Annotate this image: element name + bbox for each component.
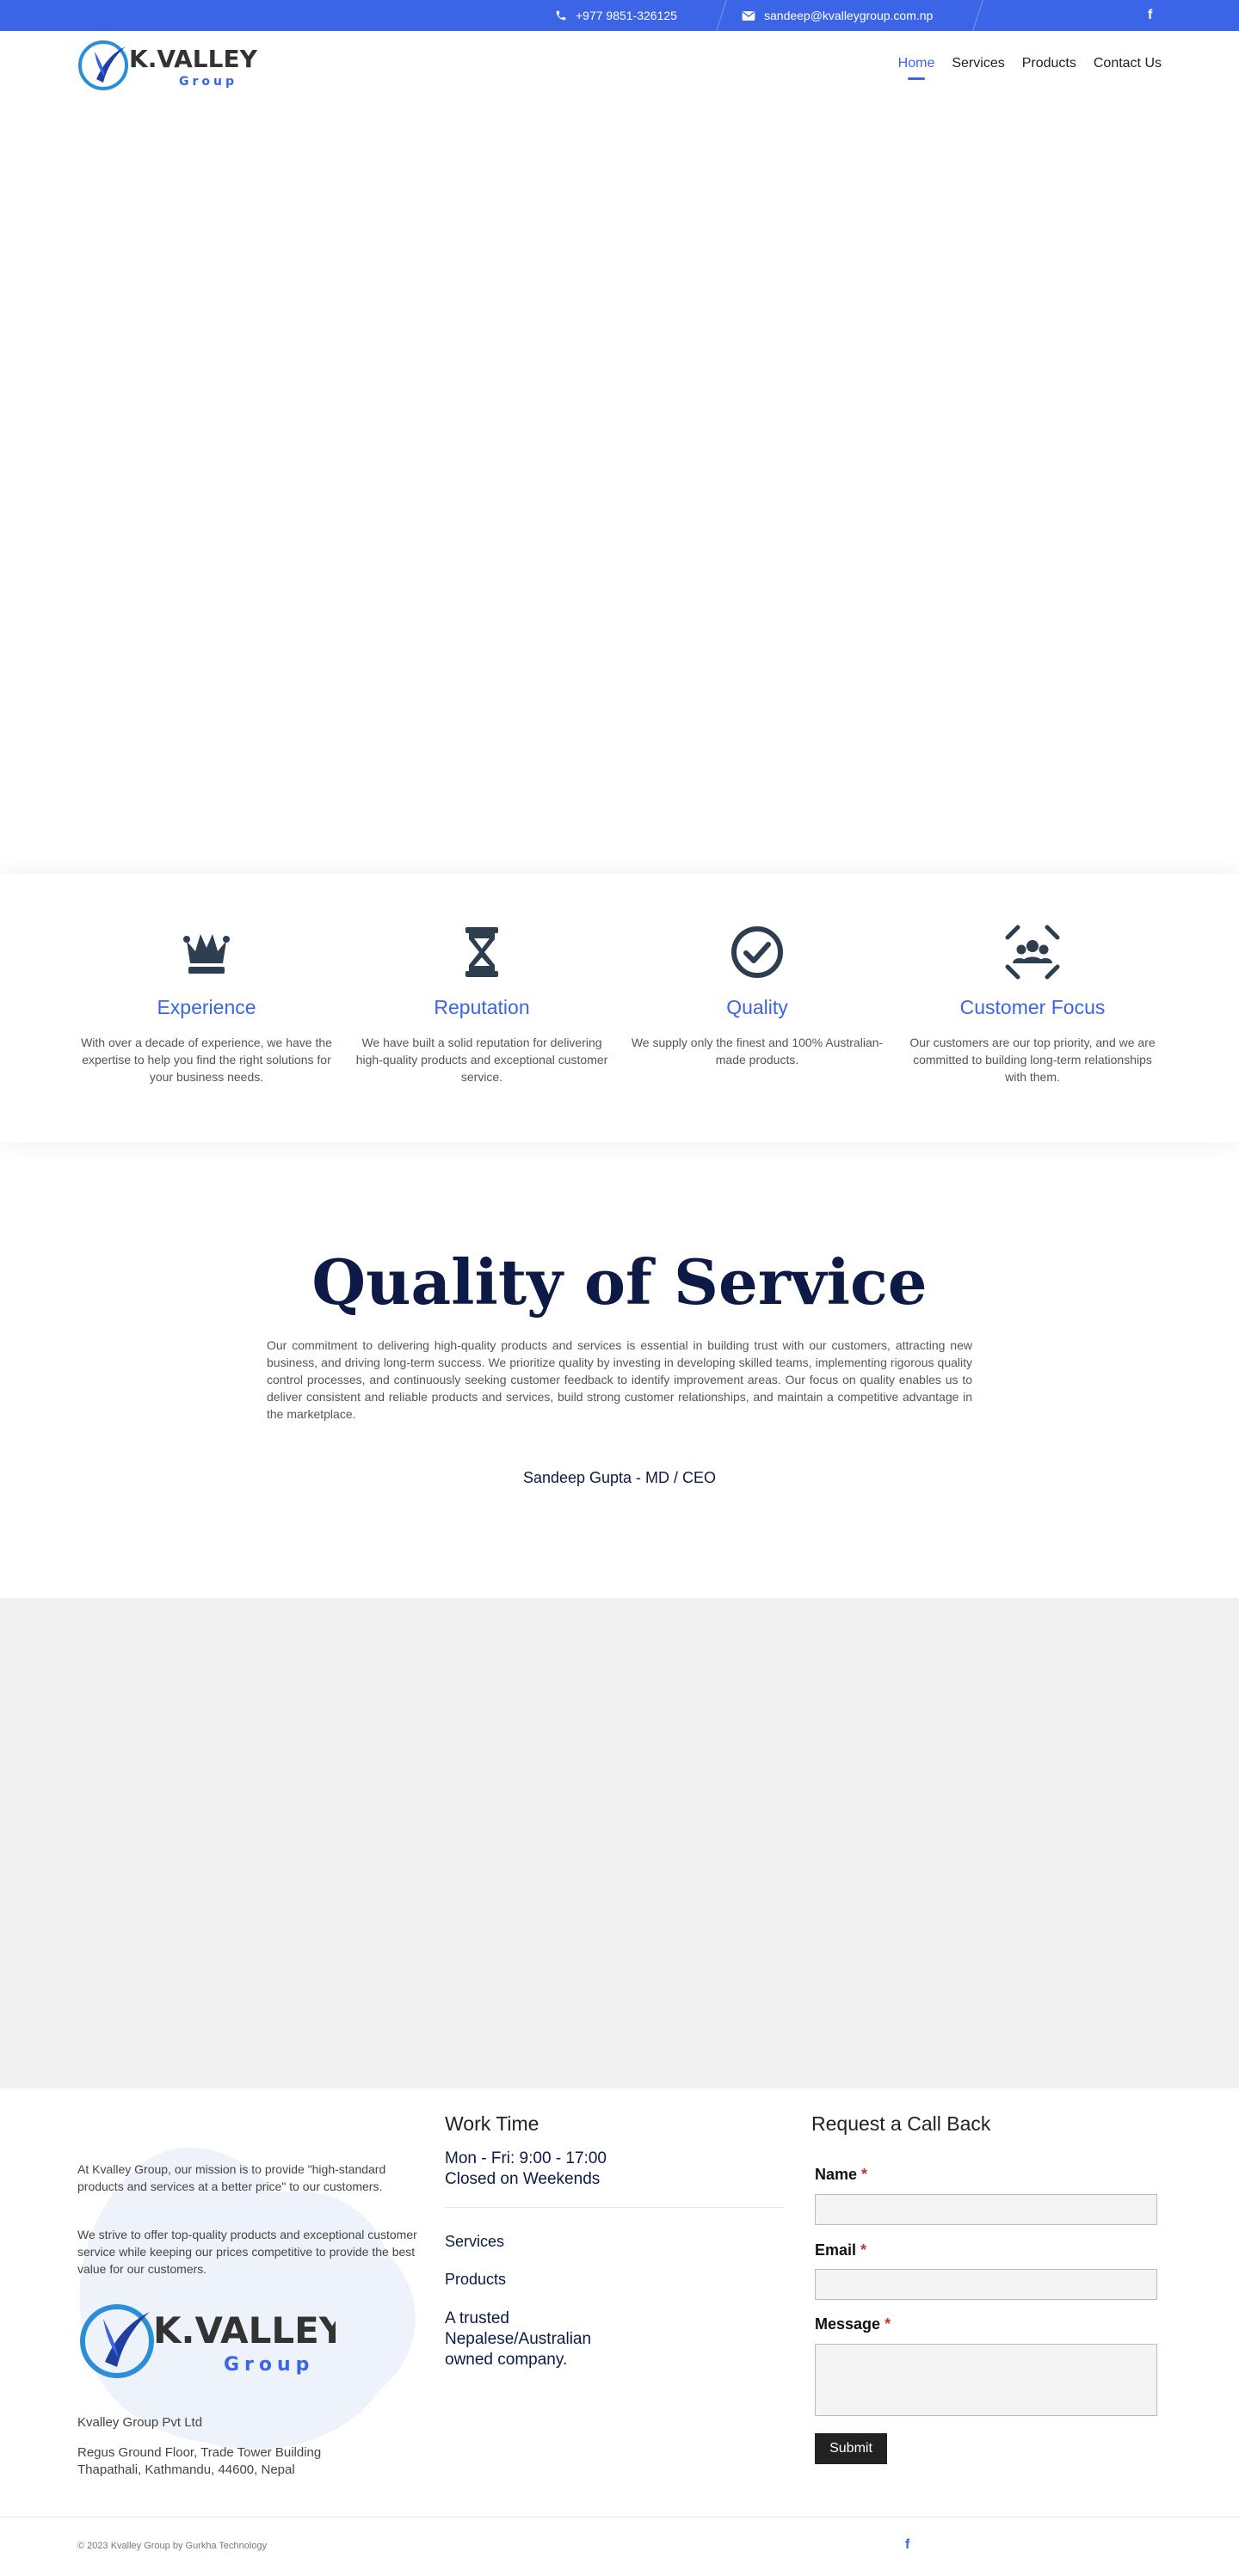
required-mark: *	[885, 2315, 891, 2333]
company-name: Kvalley Group Pvt Ltd	[77, 2415, 203, 2430]
quality-heading: Quality of Service	[311, 1245, 928, 1319]
check-circle-icon	[731, 926, 783, 978]
email-label-text: Email	[815, 2241, 857, 2259]
feature-text: With over a decade of experience, we hav…	[81, 1036, 332, 1084]
email-field[interactable]	[815, 2269, 1157, 2300]
feature-title: Customer Focus	[959, 996, 1106, 1018]
nav-home[interactable]: Home	[898, 56, 935, 71]
name-label: Name *	[815, 2166, 867, 2184]
kvalley-logo[interactable]: K.VALLEY Group	[77, 38, 258, 91]
chess-queen-icon	[183, 934, 230, 974]
feature-text: Our customers are our top priority, and …	[909, 1036, 1156, 1084]
copyright-divider	[0, 2517, 1239, 2518]
users-focus-icon	[1005, 925, 1060, 980]
worktime-heading: Work Time	[445, 2112, 539, 2135]
hero-area	[0, 96, 1239, 870]
logo-subtext: Group	[179, 75, 237, 89]
footer-kvalley-logo: K.VALLEY Group	[80, 2304, 336, 2378]
feature-title: Reputation	[434, 996, 530, 1018]
nav-services[interactable]: Services	[952, 56, 1004, 71]
worktime-hours: Mon - Fri: 9:00 - 17:00 Closed on Weeken…	[445, 2149, 607, 2190]
name-label-text: Name	[815, 2166, 858, 2183]
hours-weekdays: Mon - Fri: 9:00 - 17:00	[445, 2149, 607, 2167]
footer-facebook-icon[interactable]: f	[905, 2537, 909, 2553]
required-mark: *	[860, 2241, 867, 2259]
nav-products[interactable]: Products	[1022, 56, 1076, 71]
feature-text: We supply only the finest and 100% Austr…	[631, 1036, 884, 1067]
name-field[interactable]	[815, 2194, 1157, 2225]
logo-wordmark: K.VALLEY	[129, 45, 258, 73]
feature-text: We have built a solid reputation for del…	[355, 1036, 608, 1084]
submit-button[interactable]: Submit	[815, 2433, 887, 2464]
footer-link-products[interactable]: Products	[445, 2271, 506, 2289]
topbar-phone-text: +977 9851-326125	[576, 9, 677, 22]
top-contact-bar: +977 9851-326125 sandeep@kvalleygroup.co…	[0, 0, 1239, 31]
about-paragraph-2: We strive to offer top-quality products …	[77, 2228, 417, 2276]
main-nav: Home Services Products Contact Us	[898, 31, 1162, 96]
hours-weekends: Closed on Weekends	[445, 2170, 601, 2188]
features-section: Experience With over a decade of experie…	[0, 874, 1239, 1142]
footer-logo-wordmark: K.VALLEY	[153, 2309, 336, 2352]
company-address: Regus Ground Floor, Trade Tower Building…	[77, 2445, 322, 2477]
nav-contact-us[interactable]: Contact Us	[1094, 56, 1162, 71]
callback-heading: Request a Call Back	[811, 2112, 991, 2135]
required-mark: *	[861, 2166, 868, 2183]
feature-title: Experience	[157, 996, 256, 1018]
topbar-divider	[716, 0, 727, 31]
topbar-divider	[972, 0, 983, 31]
quality-paragraph: Our commitment to delivering high-qualit…	[267, 1338, 972, 1421]
topbar-email-text: sandeep@kvalleygroup.com.np	[764, 9, 934, 22]
email-label: Email *	[815, 2241, 866, 2259]
message-label: Message *	[815, 2315, 891, 2333]
footer-link-services[interactable]: Services	[445, 2233, 504, 2251]
ceo-signature: Sandeep Gupta - MD / CEO	[522, 1469, 717, 1486]
footer-logo-subtext: Group	[224, 2354, 314, 2376]
footer-tagline: A trusted Nepalese/Australian owned comp…	[445, 2309, 592, 2369]
envelope-icon	[742, 10, 755, 21]
feature-title: Quality	[726, 996, 788, 1018]
facebook-icon[interactable]: f	[1148, 0, 1152, 31]
hourglass-icon	[465, 927, 498, 977]
copyright-text: © 2023 Kvalley Group by Gurkha Technolog…	[77, 2541, 268, 2551]
message-label-text: Message	[815, 2315, 881, 2333]
message-field[interactable]	[815, 2344, 1157, 2416]
grey-band	[0, 1598, 1239, 2088]
phone-icon	[556, 10, 566, 21]
topbar-email[interactable]: sandeep@kvalleygroup.com.np	[742, 0, 933, 31]
topbar-phone[interactable]: +977 9851-326125	[555, 0, 677, 31]
footer-divider	[445, 2207, 785, 2208]
about-paragraph-1: At Kvalley Group, our mission is to prov…	[77, 2162, 386, 2193]
site-header: K.VALLEY Group Home Services Products Co…	[0, 31, 1239, 96]
